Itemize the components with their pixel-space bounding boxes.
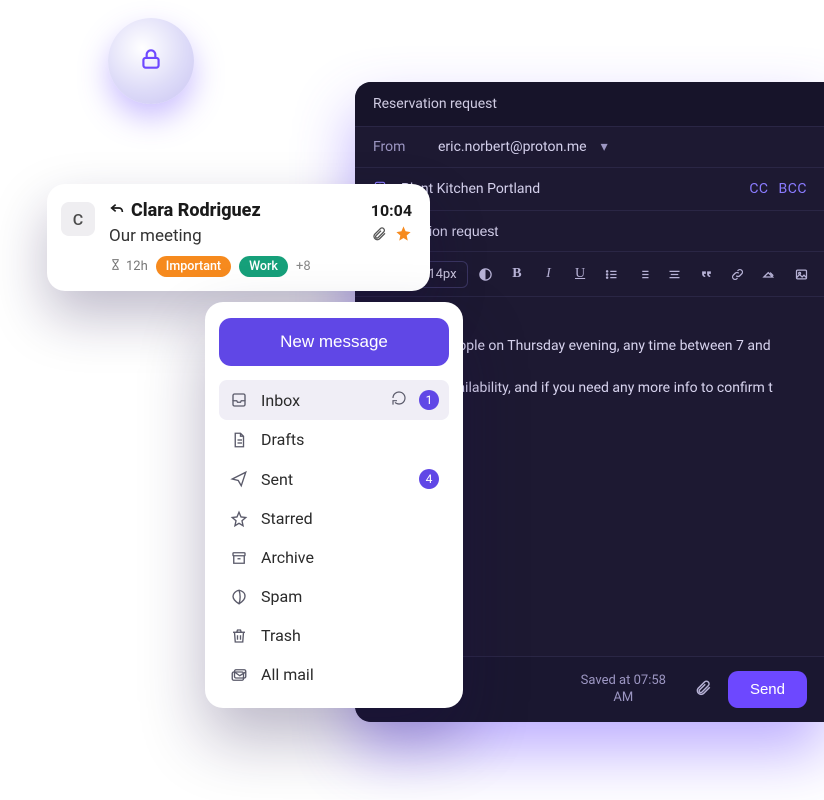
inbox-icon <box>229 391 249 409</box>
message-card[interactable]: C Clara Rodriguez 10:04 Our meeting 12h … <box>47 184 430 291</box>
sidebar-item-sent[interactable]: Sent 4 <box>219 459 449 499</box>
italic-button[interactable]: I <box>535 260 563 288</box>
subject-input[interactable] <box>373 223 807 239</box>
label-important[interactable]: Important <box>156 256 231 277</box>
star-icon[interactable] <box>395 225 412 246</box>
from-label: From <box>373 139 428 155</box>
label-more-count[interactable]: +8 <box>296 259 311 274</box>
cc-button[interactable]: CC <box>749 181 768 197</box>
compose-title: Reservation request <box>373 96 497 112</box>
sidebar-item-starred[interactable]: Starred <box>219 499 449 538</box>
message-sender: Clara Rodriguez <box>109 200 261 221</box>
bcc-button[interactable]: BCC <box>779 181 807 197</box>
sidebar-item-label: Inbox <box>261 391 379 410</box>
align-button[interactable] <box>661 260 689 288</box>
sender-name: Clara Rodriguez <box>131 200 261 221</box>
archive-icon <box>229 549 249 567</box>
sidebar-item-label: Sent <box>261 470 407 489</box>
sidebar-item-label: Spam <box>261 587 439 606</box>
sidebar-item-trash[interactable]: Trash <box>219 616 449 655</box>
message-time: 10:04 <box>371 201 412 220</box>
attachment-icon <box>371 226 387 246</box>
sidebar-item-allmail[interactable]: All mail <box>219 655 449 694</box>
reply-icon <box>109 200 125 221</box>
link-button[interactable] <box>724 260 752 288</box>
refresh-icon[interactable] <box>391 390 407 410</box>
spam-icon <box>229 588 249 606</box>
star-outline-icon <box>229 510 249 528</box>
quote-button[interactable] <box>693 260 721 288</box>
from-value[interactable]: eric.norbert@proton.me <box>438 139 587 155</box>
sidebar-item-archive[interactable]: Archive <box>219 538 449 577</box>
chevron-down-icon[interactable]: ▾ <box>601 139 608 155</box>
attach-button[interactable] <box>694 679 712 701</box>
sidebar-item-spam[interactable]: Spam <box>219 577 449 616</box>
numbered-list-button[interactable] <box>629 260 657 288</box>
saved-line-1: Saved at 07:58 <box>581 673 666 690</box>
sent-icon <box>229 470 249 488</box>
sidebar-item-drafts[interactable]: Drafts <box>219 420 449 459</box>
message-subject: Our meeting <box>109 226 202 246</box>
hourglass-icon <box>109 258 122 275</box>
expiration-value: 12h <box>126 259 148 274</box>
label-work[interactable]: Work <box>239 256 288 277</box>
sidebar-item-label: All mail <box>261 665 439 684</box>
bullet-list-button[interactable] <box>598 260 626 288</box>
sidebar-item-inbox[interactable]: Inbox 1 <box>219 380 449 420</box>
sidebar-item-label: Trash <box>261 626 439 645</box>
folder-sidebar: New message Inbox 1 Drafts Sent 4 Starre… <box>205 302 463 708</box>
drafts-icon <box>229 431 249 449</box>
send-button[interactable]: Send <box>728 671 807 708</box>
lock-badge <box>108 18 194 104</box>
trash-icon <box>229 627 249 645</box>
allmail-icon <box>229 666 249 684</box>
sidebar-item-label: Drafts <box>261 430 439 449</box>
unread-badge: 1 <box>419 390 439 410</box>
lock-icon <box>138 46 164 76</box>
unread-badge: 4 <box>419 469 439 489</box>
expiration-badge: 12h <box>109 258 148 275</box>
clear-format-button[interactable] <box>756 260 784 288</box>
compose-header: Reservation request <box>355 82 824 127</box>
sidebar-item-label: Starred <box>261 509 439 528</box>
sidebar-item-label: Archive <box>261 548 439 567</box>
new-message-button[interactable]: New message <box>219 318 449 366</box>
underline-button[interactable]: U <box>566 260 594 288</box>
contrast-button[interactable] <box>472 260 500 288</box>
bold-button[interactable]: B <box>503 260 531 288</box>
saved-line-2: AM <box>581 690 666 707</box>
avatar: C <box>61 202 95 236</box>
saved-status: Saved at 07:58 AM <box>581 673 666 707</box>
compose-from-row: From eric.norbert@proton.me ▾ <box>355 127 824 168</box>
insert-image-button[interactable] <box>787 260 815 288</box>
